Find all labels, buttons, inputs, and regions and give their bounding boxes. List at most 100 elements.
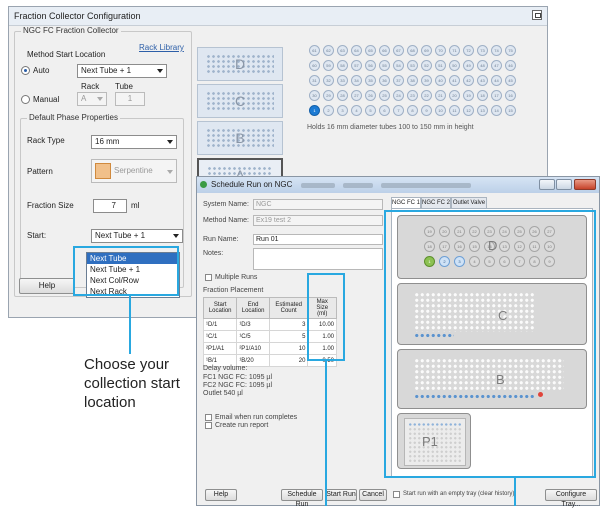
tube[interactable]: 57	[351, 60, 362, 71]
multiple-runs-checkbox[interactable]	[205, 274, 212, 281]
start-run-button[interactable]: Start Run	[325, 489, 357, 501]
minimize-icon[interactable]	[539, 179, 555, 190]
tube[interactable]: 59	[323, 60, 334, 71]
tube[interactable]: 69	[421, 45, 432, 56]
tube[interactable]: 71	[449, 45, 460, 56]
tube[interactable]: 53	[407, 60, 418, 71]
tube[interactable]: 6	[379, 105, 390, 116]
tube[interactable]: 63	[337, 45, 348, 56]
maximize-icon[interactable]	[532, 10, 542, 20]
tube[interactable]: 25	[379, 90, 390, 101]
tab-ngc-fc-1[interactable]: NGC FC 1	[391, 197, 421, 208]
tube[interactable]: 9	[421, 105, 432, 116]
system-name-field[interactable]: NGC	[253, 199, 383, 210]
tube[interactable]: 60	[309, 60, 320, 71]
tube[interactable]: 2	[323, 105, 334, 116]
rack-thumbnail-b[interactable]: B	[197, 121, 283, 155]
run-name-field[interactable]: Run 01	[253, 234, 383, 245]
configure-tray-button[interactable]: Configure Tray...	[545, 489, 597, 508]
tube[interactable]: 41	[449, 75, 460, 86]
close-icon[interactable]	[574, 179, 596, 190]
tube[interactable]: 45	[505, 75, 516, 86]
tube[interactable]: 54	[393, 60, 404, 71]
tube[interactable]: 19	[463, 90, 474, 101]
help-button[interactable]: Help	[19, 278, 75, 294]
manual-rack-select[interactable]: A	[77, 92, 107, 106]
tube[interactable]: 24	[393, 90, 404, 101]
pattern-select[interactable]: Serpentine	[91, 159, 177, 183]
tube[interactable]: 18	[477, 90, 488, 101]
tube[interactable]: 20	[449, 90, 460, 101]
tube[interactable]: 70	[435, 45, 446, 56]
tube[interactable]: 34	[351, 75, 362, 86]
tube[interactable]: 49	[463, 60, 474, 71]
tube[interactable]: 61	[309, 45, 320, 56]
tube[interactable]: 56	[365, 60, 376, 71]
tube[interactable]: 58	[337, 60, 348, 71]
tube[interactable]: 74	[491, 45, 502, 56]
tube[interactable]: 15	[505, 105, 516, 116]
empty-tray-checkbox[interactable]	[393, 491, 400, 498]
tube[interactable]: 7	[393, 105, 404, 116]
tube[interactable]: 38	[407, 75, 418, 86]
tube[interactable]: 66	[379, 45, 390, 56]
tube[interactable]: 28	[337, 90, 348, 101]
tube[interactable]: 75	[505, 45, 516, 56]
tube[interactable]: 55	[379, 60, 390, 71]
tube[interactable]: 1	[309, 105, 320, 116]
tube[interactable]: 10	[435, 105, 446, 116]
run-report-checkbox[interactable]	[205, 422, 212, 429]
auto-start-select[interactable]: Next Tube + 1	[77, 64, 167, 78]
tube[interactable]: 23	[407, 90, 418, 101]
tube[interactable]: 21	[435, 90, 446, 101]
tube[interactable]: 16	[505, 90, 516, 101]
tube[interactable]: 17	[491, 90, 502, 101]
tube[interactable]: 47	[491, 60, 502, 71]
tube[interactable]: 4	[351, 105, 362, 116]
tube[interactable]: 68	[407, 45, 418, 56]
tab-outlet-valve[interactable]: Outlet Valve	[451, 197, 487, 208]
tube[interactable]: 37	[393, 75, 404, 86]
tube[interactable]: 26	[365, 90, 376, 101]
tube[interactable]: 31	[309, 75, 320, 86]
tube[interactable]: 42	[463, 75, 474, 86]
rack-thumbnail-d[interactable]: D	[197, 47, 283, 81]
cancel-button[interactable]: Cancel	[359, 489, 387, 501]
tube[interactable]: 14	[491, 105, 502, 116]
tube[interactable]: 36	[379, 75, 390, 86]
tube[interactable]: 72	[463, 45, 474, 56]
manual-tube-input[interactable]: 1	[115, 92, 145, 106]
tube[interactable]: 44	[491, 75, 502, 86]
manual-radio[interactable]	[21, 94, 30, 105]
maximize-icon[interactable]	[556, 179, 572, 190]
tube[interactable]: 52	[421, 60, 432, 71]
tube[interactable]: 33	[337, 75, 348, 86]
tube[interactable]: 5	[365, 105, 376, 116]
tube[interactable]: 48	[477, 60, 488, 71]
tube[interactable]: 65	[365, 45, 376, 56]
tube[interactable]: 32	[323, 75, 334, 86]
help-button[interactable]: Help	[205, 489, 237, 501]
tube[interactable]: 50	[449, 60, 460, 71]
schedule-run-button[interactable]: Schedule Run	[281, 489, 323, 508]
start-select[interactable]: Next Tube + 1	[91, 229, 183, 243]
tube[interactable]: 73	[477, 45, 488, 56]
auto-radio[interactable]	[21, 65, 30, 76]
tube[interactable]: 40	[435, 75, 446, 86]
tube[interactable]: 22	[421, 90, 432, 101]
tube[interactable]: 27	[351, 90, 362, 101]
rack-type-select[interactable]: 16 mm	[91, 135, 177, 149]
method-name-field[interactable]: Ex19 test 2	[253, 215, 383, 226]
notes-field[interactable]	[253, 248, 383, 270]
tube[interactable]: 51	[435, 60, 446, 71]
tube[interactable]: 67	[393, 45, 404, 56]
tube[interactable]: 8	[407, 105, 418, 116]
tube[interactable]: 46	[505, 60, 516, 71]
tube[interactable]: 39	[421, 75, 432, 86]
tube[interactable]: 13	[477, 105, 488, 116]
tube[interactable]: 11	[449, 105, 460, 116]
tube[interactable]: 64	[351, 45, 362, 56]
fraction-size-input[interactable]: 7	[93, 199, 127, 213]
rack-thumbnail-c[interactable]: C	[197, 84, 283, 118]
tube[interactable]: 35	[365, 75, 376, 86]
